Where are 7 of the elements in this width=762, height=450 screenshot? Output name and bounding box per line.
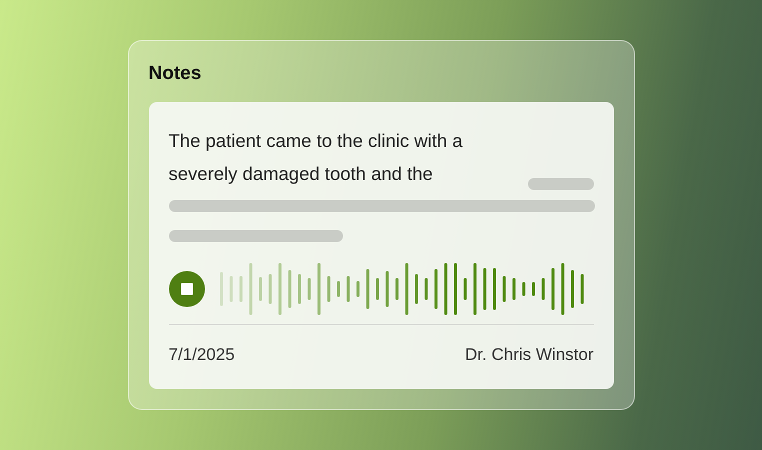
stop-icon [180, 283, 192, 295]
author-name: Dr. Chris Winstor [465, 345, 594, 365]
note-text: The patient came to the clinic with a severely damaged tooth and the [168, 129, 464, 186]
stop-button[interactable] [168, 271, 204, 307]
note-date: 7/1/2025 [168, 345, 235, 365]
skeleton-line [528, 178, 594, 190]
card-title: Notes [148, 63, 202, 85]
